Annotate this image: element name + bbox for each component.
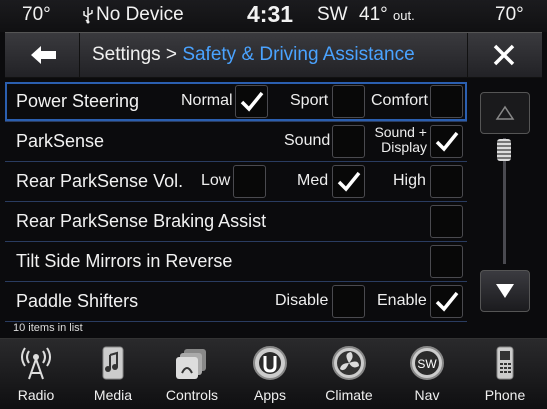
- option-label: Sport: [290, 92, 329, 109]
- checkbox-normal[interactable]: [235, 85, 268, 118]
- nav-radio[interactable]: Radio: [0, 339, 72, 409]
- row-label: Rear ParkSense Vol.: [16, 171, 184, 191]
- option-label: Enable: [377, 292, 427, 309]
- option-label: High: [393, 172, 426, 189]
- device-status: No Device: [96, 4, 184, 25]
- controls-icon: [176, 349, 206, 379]
- settings-list: Power Steering Normal Sport Comfort Park…: [5, 82, 467, 322]
- clock: 4:31: [247, 1, 294, 27]
- media-player-icon: [102, 346, 124, 380]
- settings-header: Settings > Safety & Driving Assistance: [5, 32, 542, 78]
- row-label: Paddle Shifters: [16, 291, 139, 311]
- checkmark-icon: [240, 91, 264, 112]
- triangle-down-icon: [496, 284, 514, 298]
- phone-icon: [496, 346, 514, 380]
- climate-fan-icon: [332, 346, 366, 380]
- checkbox-low[interactable]: [233, 165, 266, 198]
- row-label: ParkSense: [16, 131, 105, 151]
- usb-icon: [82, 6, 94, 29]
- option-label: Comfort: [371, 92, 428, 109]
- list-count: 10 items in list: [13, 322, 83, 334]
- checkbox-braking-assist[interactable]: [430, 205, 463, 238]
- nav-controls[interactable]: Controls: [156, 339, 228, 409]
- row-rear-parksense-braking[interactable]: Rear ParkSense Braking Assist: [5, 202, 467, 242]
- temp-left: 70°: [22, 4, 51, 25]
- option-label: Low: [201, 172, 231, 189]
- checkbox-med[interactable]: [332, 165, 365, 198]
- bottom-nav: Radio Media Controls Apps Climate SW Nav…: [0, 338, 547, 409]
- row-tilt-mirrors[interactable]: Tilt Side Mirrors in Reverse: [5, 242, 467, 282]
- row-label: Rear ParkSense Braking Assist: [16, 211, 267, 231]
- scroll-down-button[interactable]: [480, 270, 530, 312]
- outside-temp: 41° out.: [359, 4, 415, 26]
- breadcrumb-current: Safety & Driving Assistance: [182, 44, 415, 65]
- nav-label: Phone: [484, 387, 526, 403]
- row-label: Power Steering: [16, 91, 140, 111]
- checkmark-icon: [337, 171, 361, 192]
- checkbox-enable[interactable]: [430, 285, 463, 318]
- row-paddle-shifters[interactable]: Paddle Shifters Disable Enable: [5, 282, 467, 322]
- nav-label: Nav: [414, 387, 440, 403]
- nav-label: Apps: [254, 387, 286, 403]
- option-label: Sound + Display: [371, 125, 427, 155]
- row-power-steering[interactable]: Power Steering Normal Sport Comfort: [5, 82, 467, 122]
- nav-label: Media: [93, 387, 133, 403]
- compass-icon: SW: [410, 346, 444, 380]
- option-label: Sound: [284, 132, 331, 149]
- checkbox-disable[interactable]: [332, 285, 365, 318]
- checkbox-tilt-mirrors[interactable]: [430, 245, 463, 278]
- triangle-up-icon: [495, 105, 515, 120]
- row-rear-parksense-vol[interactable]: Rear ParkSense Vol. Low Med High: [5, 162, 467, 202]
- checkbox-sport[interactable]: [332, 85, 365, 118]
- option-label: Normal: [181, 92, 233, 109]
- option-label-line1: Sound +: [374, 124, 427, 140]
- checkbox-comfort[interactable]: [430, 85, 463, 118]
- checkbox-high[interactable]: [430, 165, 463, 198]
- nav-media[interactable]: Media: [77, 339, 149, 409]
- back-button[interactable]: [5, 33, 80, 77]
- nav-label: Radio: [17, 387, 55, 403]
- temp-right: 70°: [495, 4, 524, 25]
- nav-navigation[interactable]: SW Nav: [391, 339, 463, 409]
- breadcrumb: Settings > Safety & Driving Assistance: [92, 44, 415, 66]
- radio-tower-icon: [21, 347, 51, 380]
- apps-icon: [253, 346, 287, 380]
- outside-temp-label: out.: [393, 8, 415, 23]
- option-label-line2: Display: [381, 139, 427, 155]
- nav-label: Climate: [325, 387, 373, 403]
- breadcrumb-parent[interactable]: Settings >: [92, 44, 177, 65]
- nav-badge-text: SW: [417, 357, 437, 371]
- back-arrow-icon: [31, 46, 56, 64]
- nav-label: Controls: [165, 387, 219, 403]
- row-label: Tilt Side Mirrors in Reverse: [16, 251, 233, 271]
- status-bar: 70° No Device 4:31 SW 41° out. 70°: [0, 0, 547, 32]
- nav-phone[interactable]: Phone: [469, 339, 541, 409]
- scrollbar[interactable]: [480, 92, 530, 312]
- nav-apps[interactable]: Apps: [234, 339, 306, 409]
- scroll-up-button[interactable]: [480, 92, 530, 134]
- checkmark-icon: [435, 131, 459, 152]
- close-icon: [493, 44, 515, 66]
- close-button[interactable]: [467, 33, 542, 77]
- scroll-thumb[interactable]: [497, 139, 511, 161]
- option-label: Disable: [275, 292, 329, 309]
- outside-temp-value: 41°: [359, 4, 388, 25]
- checkbox-sound-display[interactable]: [430, 125, 463, 158]
- compass-heading: SW: [317, 4, 348, 25]
- nav-climate[interactable]: Climate: [313, 339, 385, 409]
- checkmark-icon: [435, 291, 459, 312]
- checkbox-sound[interactable]: [332, 125, 365, 158]
- option-label: Med: [297, 172, 329, 189]
- row-parksense[interactable]: ParkSense Sound Sound + Display: [5, 122, 467, 162]
